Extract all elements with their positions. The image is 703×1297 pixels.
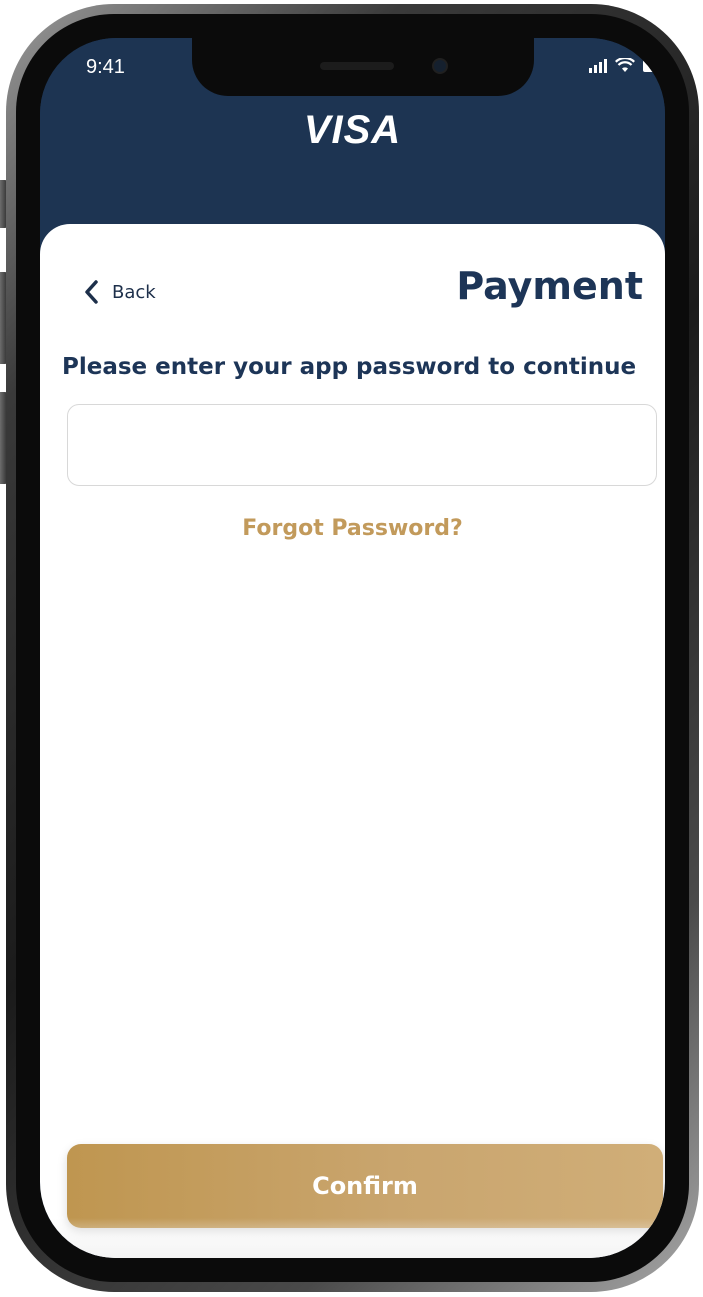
battery-icon [643,59,657,73]
back-button[interactable]: Back [84,280,156,304]
chevron-left-icon [84,280,98,304]
password-input[interactable] [67,404,657,486]
wifi-icon [615,58,635,73]
speaker-grille [320,62,394,70]
bottom-fade [40,1218,665,1258]
back-label: Back [112,281,156,303]
app-screen: 9:41 VISA Back Payment Please enter your… [40,38,665,1258]
content-sheet: Back Payment Please enter your app passw… [40,224,665,1258]
front-camera [432,58,448,74]
forgot-password-link[interactable]: Forgot Password? [40,516,665,541]
device-mockup: 9:41 VISA Back Payment Please enter your… [0,0,703,1297]
visa-logo: VISA [303,108,402,152]
phone-frame: 9:41 VISA Back Payment Please enter your… [6,4,699,1292]
page-title: Payment [456,264,643,308]
status-icons [589,58,657,73]
confirm-button[interactable]: Confirm [67,1144,663,1228]
password-prompt: Please enter your app password to contin… [62,354,637,380]
phone-bezel: 9:41 VISA Back Payment Please enter your… [16,14,689,1282]
status-time: 9:41 [86,56,125,78]
signal-icon [589,59,607,73]
notch [192,38,534,96]
